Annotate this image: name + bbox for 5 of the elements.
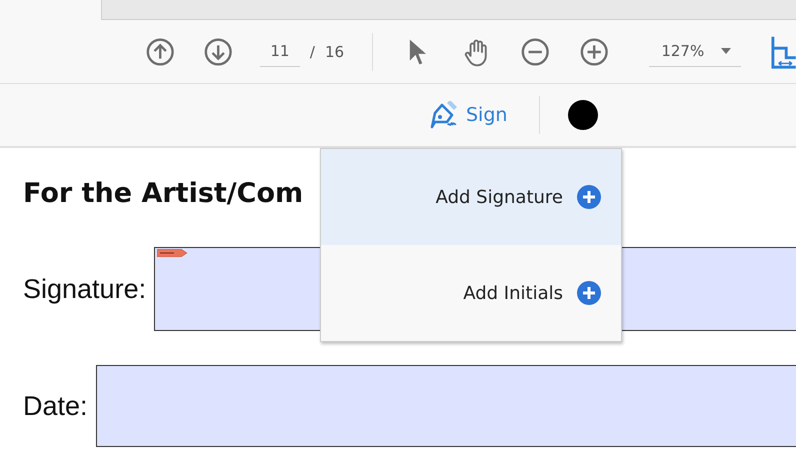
page-total: 16 bbox=[324, 42, 344, 60]
field-label: Signature: bbox=[23, 274, 146, 304]
section-heading: For the Artist/Com bbox=[23, 178, 304, 209]
page-separator: / bbox=[310, 42, 315, 60]
field-label: Date: bbox=[23, 390, 88, 422]
